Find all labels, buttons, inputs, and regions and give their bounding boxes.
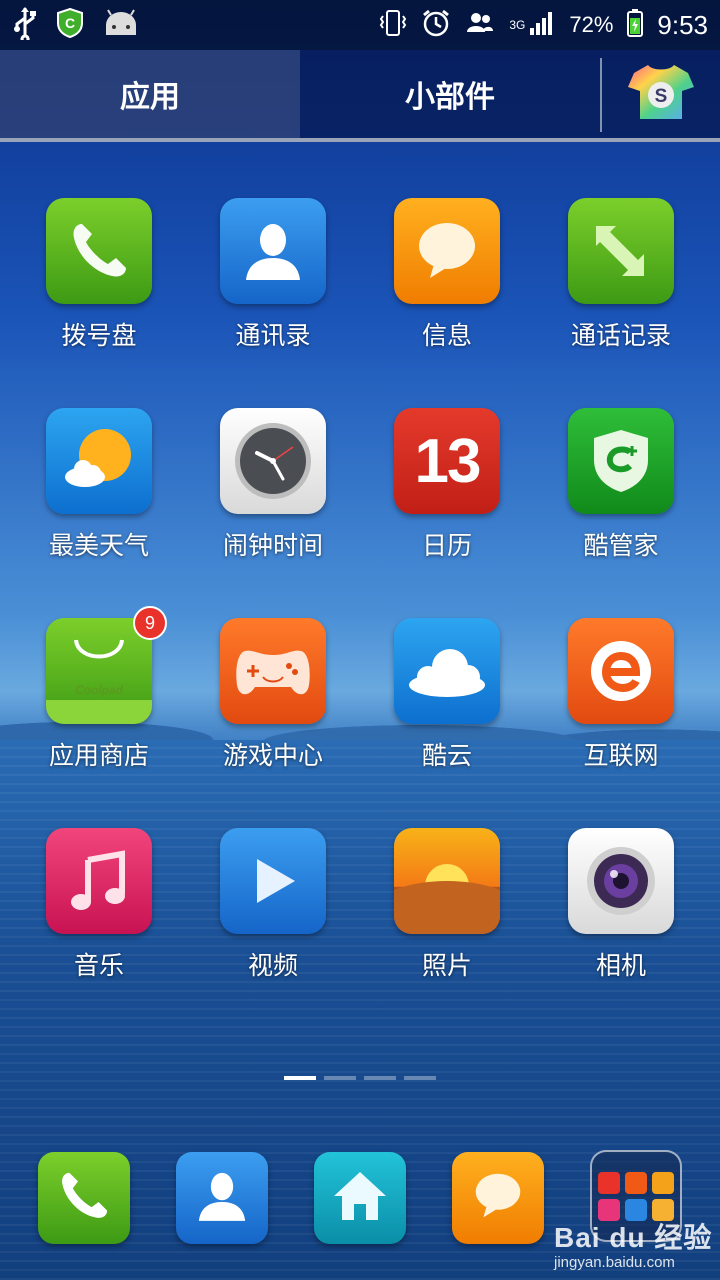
network-type: 3G [509, 18, 526, 32]
app-label: 酷管家 [583, 531, 659, 560]
page-indicator [284, 1076, 436, 1080]
camera-icon [568, 828, 674, 934]
app-game-center[interactable]: 游戏中心 [186, 618, 360, 828]
folder-mini-icon [625, 1171, 647, 1194]
app-label: 应用商店 [48, 741, 149, 770]
app-weather[interactable]: 最美天气 [12, 408, 186, 618]
app-contacts[interactable]: 通讯录 [186, 198, 360, 408]
message-icon [468, 1166, 528, 1230]
contacts-icon [192, 1166, 252, 1230]
app-grid: 拨号盘 通讯录 信息 通话记录 最美天气 闹钟时间 13 日历 酷管家 9 Co… [12, 198, 708, 1038]
watermark-logo: Bai du 经验 [554, 1222, 713, 1253]
app-label: 信息 [421, 321, 472, 350]
video-play-icon [220, 828, 326, 934]
app-label: 酷云 [421, 741, 472, 770]
app-label: 拨号盘 [61, 321, 137, 350]
app-label: 通讯录 [235, 321, 311, 350]
calendar-day: 13 [414, 426, 482, 496]
battery-percent: 72% [569, 12, 614, 37]
clock-time: 9:53 [657, 9, 708, 40]
status-bar: C 3G 72% 9:53 [0, 0, 720, 50]
security-icon [568, 408, 674, 514]
app-label: 照片 [421, 951, 472, 980]
app-camera[interactable]: 相机 [534, 828, 708, 1038]
page-dot[interactable] [324, 1076, 356, 1080]
watermark-url: jingyan.baidu.com [554, 1254, 675, 1271]
app-label: 闹钟时间 [222, 531, 323, 560]
page-dot[interactable] [364, 1076, 396, 1080]
drawer-tab-bar: 应用 小部件 S [0, 50, 720, 142]
dock-phone-button[interactable] [38, 1152, 130, 1244]
vibrate-icon [379, 8, 407, 42]
signal-icon [529, 10, 555, 40]
tab-apps[interactable]: 应用 [0, 50, 300, 138]
app-browser[interactable]: 互联网 [534, 618, 708, 828]
page-dot[interactable] [284, 1076, 316, 1080]
weather-icon [46, 408, 152, 514]
app-label: 最美天气 [48, 531, 149, 560]
browser-icon [568, 618, 674, 724]
cloud-icon [394, 618, 500, 724]
watermark: Bai du 经验 jingyan.baidu.com [554, 1216, 714, 1274]
android-icon [102, 9, 140, 41]
app-label: 视频 [247, 951, 298, 980]
app-calendar[interactable]: 13 日历 [360, 408, 534, 618]
app-call-log[interactable]: 通话记录 [534, 198, 708, 408]
app-label: 通话记录 [570, 321, 671, 350]
app-dialer[interactable]: 拨号盘 [12, 198, 186, 408]
call-log-icon [568, 198, 674, 304]
page-dot[interactable] [404, 1076, 436, 1080]
phone-icon [54, 1166, 114, 1230]
tab-widgets[interactable]: 小部件 [300, 50, 600, 138]
app-label: 音乐 [73, 951, 124, 980]
home-icon [330, 1166, 390, 1230]
notification-badge: 9 [133, 606, 167, 640]
folder-mini-icon [598, 1171, 620, 1194]
message-icon [394, 198, 500, 304]
contacts-sync-icon [465, 10, 495, 40]
app-security[interactable]: 酷管家 [534, 408, 708, 618]
svg-text:C: C [65, 15, 75, 31]
app-alarm-clock[interactable]: 闹钟时间 [186, 408, 360, 618]
calendar-icon: 13 [394, 408, 500, 514]
app-messages[interactable]: 信息 [360, 198, 534, 408]
app-photos[interactable]: 照片 [360, 828, 534, 1038]
app-video[interactable]: 视频 [186, 828, 360, 1038]
contacts-icon [220, 198, 326, 304]
app-cloud[interactable]: 酷云 [360, 618, 534, 828]
app-label: 互联网 [583, 741, 659, 770]
photos-icon [394, 828, 500, 934]
app-label: 日历 [421, 531, 472, 560]
dock-contacts-button[interactable] [176, 1152, 268, 1244]
music-icon [46, 828, 152, 934]
usb-icon [12, 6, 38, 44]
battery-icon [627, 9, 644, 41]
alarm-icon [421, 8, 451, 42]
theme-button[interactable]: S [602, 50, 720, 138]
clock-icon [220, 408, 326, 514]
dock-messages-button[interactable] [452, 1152, 544, 1244]
app-label: 相机 [595, 951, 646, 980]
phone-icon [46, 198, 152, 304]
gamepad-icon [220, 618, 326, 724]
app-store[interactable]: 9 Coolpad 应用商店 [12, 606, 186, 828]
app-music[interactable]: 音乐 [12, 828, 186, 1038]
security-shield-icon: C [56, 7, 84, 42]
dock-home-button[interactable] [314, 1152, 406, 1244]
app-label: 游戏中心 [222, 741, 323, 770]
svg-text:S: S [655, 86, 668, 107]
folder-mini-icon [652, 1171, 674, 1194]
theme-shirt-icon: S [626, 61, 696, 127]
svg-text:Coolpad: Coolpad [75, 683, 124, 697]
